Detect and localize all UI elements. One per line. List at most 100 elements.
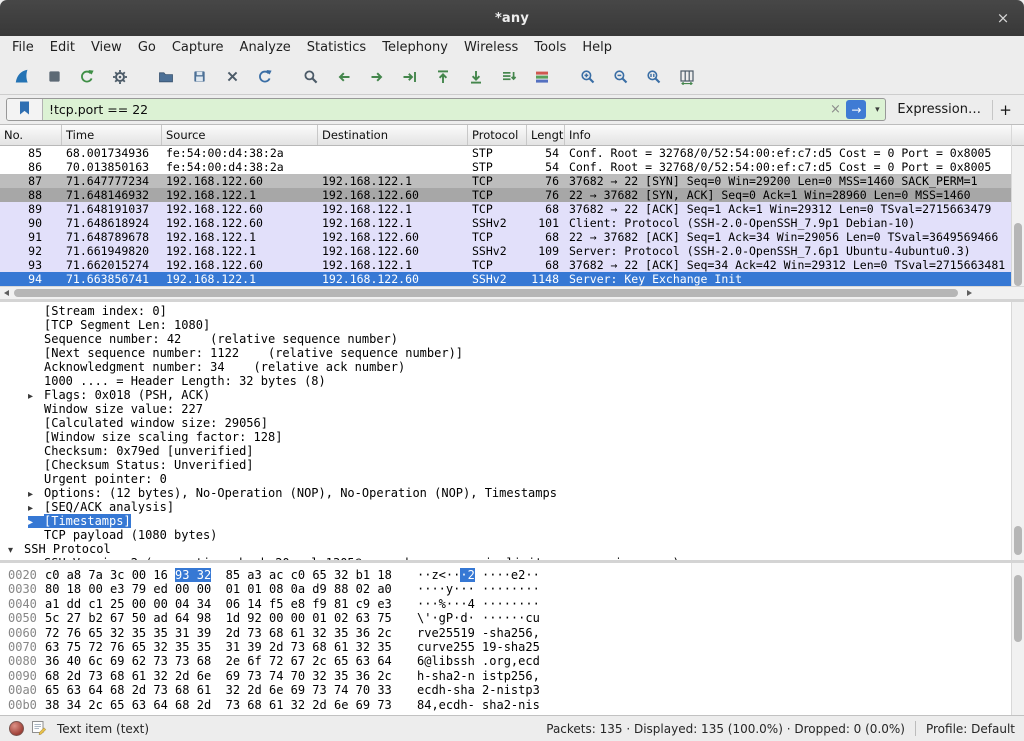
zoom-in-button[interactable] <box>573 63 603 91</box>
detail-line[interactable]: Urgent pointer: 0 <box>0 472 1011 486</box>
go-back-button[interactable] <box>329 63 359 91</box>
display-filter-field[interactable]: !tcp.port == 22 × → ▾ <box>6 98 886 121</box>
collapsed-arrow-icon[interactable]: ▸ <box>28 516 44 528</box>
filter-clear-button[interactable]: × <box>825 99 845 120</box>
hex-row-0070[interactable]: 007063 75 72 76 65 32 35 35 31 39 2d 73 … <box>0 640 1011 654</box>
detail-line[interactable]: ▸[Timestamps] <box>0 514 1011 528</box>
hex-row-0060[interactable]: 006072 76 65 32 35 35 31 39 2d 73 68 61 … <box>0 626 1011 640</box>
filter-dropdown-button[interactable]: ▾ <box>869 99 885 120</box>
ascii-bytes[interactable]: ···%···4 ········ <box>417 597 540 611</box>
resize-columns-button[interactable] <box>672 63 702 91</box>
packet-list-hscrollbar[interactable] <box>0 286 1024 299</box>
find-packet-button[interactable] <box>296 63 326 91</box>
detail-line[interactable]: TCP payload (1080 bytes) <box>0 528 1011 542</box>
menu-capture[interactable]: Capture <box>164 38 232 57</box>
collapsed-arrow-icon[interactable]: ▸ <box>28 488 44 500</box>
filter-apply-button[interactable]: → <box>846 100 866 119</box>
reload-button[interactable] <box>250 63 280 91</box>
detail-line[interactable]: ▸Flags: 0x018 (PSH, ACK) <box>0 388 1011 402</box>
packet-row-88[interactable]: 8871.648146932192.168.122.1192.168.122.6… <box>0 188 1011 202</box>
detail-line[interactable]: [Stream index: 0] <box>0 304 1011 318</box>
expanded-arrow-icon[interactable]: ▾ <box>8 544 24 556</box>
menu-tools[interactable]: Tools <box>526 38 574 57</box>
file-save-button[interactable] <box>184 63 214 91</box>
details-vscrollbar[interactable] <box>1011 302 1024 560</box>
menu-statistics[interactable]: Statistics <box>299 38 374 57</box>
go-bottom-button[interactable] <box>461 63 491 91</box>
ascii-bytes[interactable]: rve25519 -sha256, <box>417 626 540 640</box>
detail-line[interactable]: Sequence number: 42 (relative sequence n… <box>0 332 1011 346</box>
menu-view[interactable]: View <box>83 38 130 57</box>
column-header-info[interactable]: Info <box>565 125 1011 145</box>
ascii-bytes[interactable]: \'·gP·d· ······cu <box>417 611 540 625</box>
hex-row-0080[interactable]: 008036 40 6c 69 62 73 73 68 2e 6f 72 67 … <box>0 654 1011 668</box>
capture-comment-button[interactable] <box>31 719 47 738</box>
column-header-no[interactable]: No. <box>0 125 62 145</box>
expert-info-button[interactable] <box>9 721 24 736</box>
menu-wireless[interactable]: Wireless <box>456 38 526 57</box>
detail-line[interactable]: 1000 .... = Header Length: 32 bytes (8) <box>0 374 1011 388</box>
ascii-bytes[interactable]: 84,ecdh- sha2-nis <box>417 698 540 712</box>
ascii-bytes[interactable]: 6@libssh .org,ecd <box>417 654 540 668</box>
scrollbar-track[interactable] <box>1012 146 1024 286</box>
add-filter-button[interactable]: + <box>992 100 1018 120</box>
bytes-vscrollbar[interactable] <box>1011 563 1024 715</box>
menu-file[interactable]: File <box>4 38 42 57</box>
hex-row-0090[interactable]: 009068 2d 73 68 61 32 2d 6e 69 73 74 70 … <box>0 669 1011 683</box>
auto-scroll-button[interactable] <box>494 63 524 91</box>
hex-bytes[interactable]: a1 dd c1 25 00 00 04 34 06 14 f5 e8 f9 8… <box>45 597 417 611</box>
column-header-length[interactable]: Length <box>527 125 565 145</box>
hex-row-00a0[interactable]: 00a065 63 64 68 2d 73 68 61 32 2d 6e 69 … <box>0 683 1011 697</box>
scrollbar-thumb[interactable] <box>1014 526 1022 554</box>
file-close-button[interactable] <box>217 63 247 91</box>
collapsed-arrow-icon[interactable]: ▸ <box>28 502 44 514</box>
detail-line[interactable]: [Window size scaling factor: 128] <box>0 430 1011 444</box>
status-profile[interactable]: Profile: Default <box>926 722 1015 736</box>
capture-restart-button[interactable] <box>72 63 102 91</box>
display-filter-input[interactable]: !tcp.port == 22 <box>43 99 825 120</box>
capture-stop-button[interactable] <box>39 63 69 91</box>
ascii-bytes[interactable]: ····y··· ········ <box>417 582 540 596</box>
packet-row-90[interactable]: 9071.648618924192.168.122.60192.168.122.… <box>0 216 1011 230</box>
scroll-left-arrow-icon[interactable] <box>0 287 14 299</box>
go-to-packet-button[interactable] <box>395 63 425 91</box>
capture-options-button[interactable] <box>105 63 135 91</box>
file-open-button[interactable] <box>151 63 181 91</box>
go-forward-button[interactable] <box>362 63 392 91</box>
hex-row-0030[interactable]: 003080 18 00 e3 79 ed 00 00 01 01 08 0a … <box>0 582 1011 596</box>
hex-bytes[interactable]: 5c 27 b2 67 50 ad 64 98 1d 92 00 00 01 0… <box>45 611 417 625</box>
detail-line[interactable]: ▾SSH Protocol <box>0 542 1011 556</box>
detail-line[interactable]: Window size value: 227 <box>0 402 1011 416</box>
ascii-bytes[interactable]: ecdh-sha 2-nistp3 <box>417 683 540 697</box>
menu-analyze[interactable]: Analyze <box>232 38 299 57</box>
hex-row-00b0[interactable]: 00b038 34 2c 65 63 64 68 2d 73 68 61 32 … <box>0 698 1011 712</box>
hex-bytes[interactable]: 68 2d 73 68 61 32 2d 6e 69 73 74 70 32 3… <box>45 669 417 683</box>
detail-line[interactable]: Acknowledgment number: 34 (relative ack … <box>0 360 1011 374</box>
hex-bytes[interactable]: 80 18 00 e3 79 ed 00 00 01 01 08 0a d9 8… <box>45 582 417 596</box>
column-header-protocol[interactable]: Protocol <box>468 125 527 145</box>
hex-bytes[interactable]: 38 34 2c 65 63 64 68 2d 73 68 61 32 2d 6… <box>45 698 417 712</box>
scrollbar-thumb[interactable] <box>1014 575 1022 642</box>
hex-row-0050[interactable]: 00505c 27 b2 67 50 ad 64 98 1d 92 00 00 … <box>0 611 1011 625</box>
hex-bytes[interactable]: 63 75 72 76 65 32 35 35 31 39 2d 73 68 6… <box>45 640 417 654</box>
packet-row-89[interactable]: 8971.648191037192.168.122.60192.168.122.… <box>0 202 1011 216</box>
detail-line[interactable]: Checksum: 0x79ed [unverified] <box>0 444 1011 458</box>
collapsed-arrow-icon[interactable]: ▸ <box>28 390 44 402</box>
zoom-original-button[interactable] <box>639 63 669 91</box>
packet-row-94[interactable]: 9471.663856741192.168.122.1192.168.122.6… <box>0 272 1011 286</box>
menu-help[interactable]: Help <box>574 38 620 57</box>
scrollbar-thumb[interactable] <box>1014 223 1022 286</box>
packet-row-86[interactable]: 8670.013850163fe:54:00:d4:38:2aSTP54Conf… <box>0 160 1011 174</box>
zoom-out-button[interactable] <box>606 63 636 91</box>
hex-bytes[interactable]: 65 63 64 68 2d 73 68 61 32 2d 6e 69 73 7… <box>45 683 417 697</box>
detail-line[interactable]: [Next sequence number: 1122 (relative se… <box>0 346 1011 360</box>
column-header-time[interactable]: Time <box>62 125 162 145</box>
column-header-destination[interactable]: Destination <box>318 125 468 145</box>
menu-telephony[interactable]: Telephony <box>374 38 456 57</box>
menu-go[interactable]: Go <box>130 38 164 57</box>
hex-row-0020[interactable]: 0020c0 a8 7a 3c 00 16 93 32 85 a3 ac c0 … <box>0 568 1011 582</box>
colorize-button[interactable] <box>527 63 557 91</box>
detail-line[interactable]: [Calculated window size: 29056] <box>0 416 1011 430</box>
column-header-source[interactable]: Source <box>162 125 318 145</box>
packet-row-85[interactable]: 8568.001734936fe:54:00:d4:38:2aSTP54Conf… <box>0 146 1011 160</box>
